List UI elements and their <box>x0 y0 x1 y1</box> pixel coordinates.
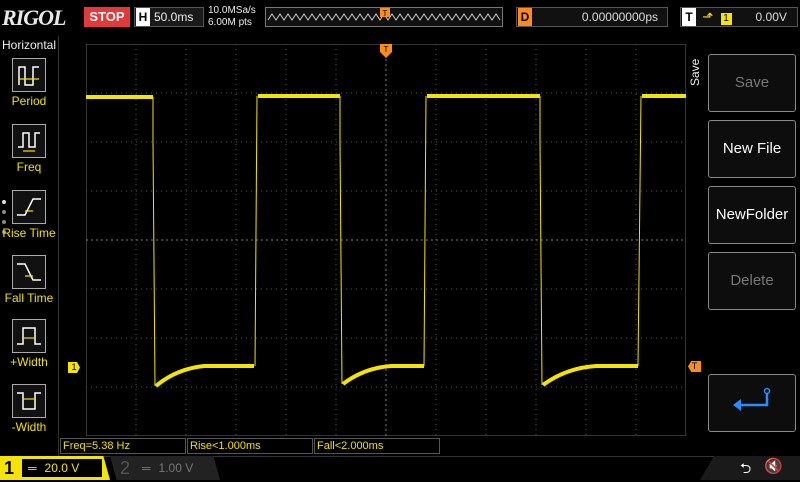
fall-time-icon <box>12 255 46 289</box>
ch2-scale: 1.00 V <box>158 461 194 475</box>
measurement-rise[interactable]: Rise<1.000ms <box>187 438 313 454</box>
sample-rate: 10.0MSa/s <box>208 5 256 16</box>
waveform-display[interactable]: T <box>86 44 686 436</box>
rise-time-icon <box>12 190 46 224</box>
save-button[interactable]: Save <box>708 54 796 112</box>
trigger-source: 1 <box>720 13 732 25</box>
memory-depth: 6.00M pts <box>208 17 252 28</box>
delay-letter: D <box>518 8 532 26</box>
trigger-box[interactable]: T ⬏ 1 0.00V <box>680 7 798 27</box>
timebase-letter: H <box>136 8 150 26</box>
ch2-scale-box[interactable]: ═ 1.00 V <box>136 459 212 477</box>
overview-waveform: T <box>267 8 501 21</box>
measure-rise-time[interactable]: Rise Time <box>0 190 58 240</box>
measure-rise-time-label: Rise Time <box>2 226 56 240</box>
new-folder-button[interactable]: NewFolder <box>708 186 796 244</box>
right-menu-title: Save <box>688 58 702 86</box>
delete-button[interactable]: Delete <box>708 252 796 310</box>
ch1-scale: 20.0 V <box>44 461 80 475</box>
measure-neg-width[interactable]: -Width <box>0 384 58 434</box>
return-button[interactable] <box>708 374 796 432</box>
ch1-scale-box[interactable]: ═ 20.0 V <box>22 459 102 477</box>
trigger-position-marker-label: T <box>383 9 388 18</box>
acquisition-info: 10.0MSa/s 6.00M pts <box>208 5 264 31</box>
trigger-level: 0.00V <box>755 10 787 24</box>
rising-edge-icon: ⬏ <box>702 9 714 24</box>
left-menu-title: Horizontal <box>1 38 57 52</box>
ch2-coupling-icon: ═ <box>142 461 151 475</box>
ch1-ground-marker[interactable]: 1 <box>68 362 80 373</box>
measure-fall-time[interactable]: Fall Time <box>0 255 58 305</box>
measure-pos-width-label: +Width <box>10 355 48 369</box>
delay-box[interactable]: D 0.00000000ps <box>516 7 668 27</box>
waveform-overview-bar[interactable]: T <box>265 7 503 27</box>
measure-period[interactable]: Period <box>0 58 58 108</box>
measure-pos-width[interactable]: +Width <box>0 319 58 369</box>
measure-period-label: Period <box>11 94 47 108</box>
freq-icon <box>12 124 46 158</box>
speaker-muted-icon[interactable]: 🔇 <box>764 457 783 475</box>
measure-freq-label: Freq <box>16 160 42 174</box>
measurement-fall[interactable]: Fall<2.000ms <box>314 438 440 454</box>
system-status-area: ⮌ 🔇 <box>700 456 800 480</box>
measure-fall-time-label: Fall Time <box>4 291 54 305</box>
ch1-coupling-icon: ═ <box>28 461 37 475</box>
pos-width-icon <box>12 319 46 353</box>
period-icon <box>12 58 46 92</box>
ch2-number: 2 <box>120 458 131 478</box>
svg-text:T: T <box>384 45 389 54</box>
trigger-level-marker[interactable]: T <box>688 361 701 372</box>
rigol-logo: RIGOL <box>2 5 66 30</box>
return-arrow-icon <box>733 387 771 411</box>
trigger-letter: T <box>682 8 696 26</box>
measure-freq[interactable]: Freq <box>0 124 58 174</box>
measurement-freq[interactable]: Freq=5.38 Hz <box>60 438 186 454</box>
delay-value: 0.00000000ps <box>581 10 658 24</box>
neg-width-icon <box>12 384 46 418</box>
usb-icon: ⮌ <box>740 460 752 476</box>
timebase-box[interactable]: H 50.0ms <box>134 7 204 27</box>
timebase-value: 50.0ms <box>154 10 194 24</box>
run-stop-status[interactable]: STOP <box>84 7 130 27</box>
ch1-number: 1 <box>4 458 15 478</box>
measure-neg-width-label: -Width <box>11 420 47 434</box>
new-file-button[interactable]: New File <box>708 120 796 178</box>
